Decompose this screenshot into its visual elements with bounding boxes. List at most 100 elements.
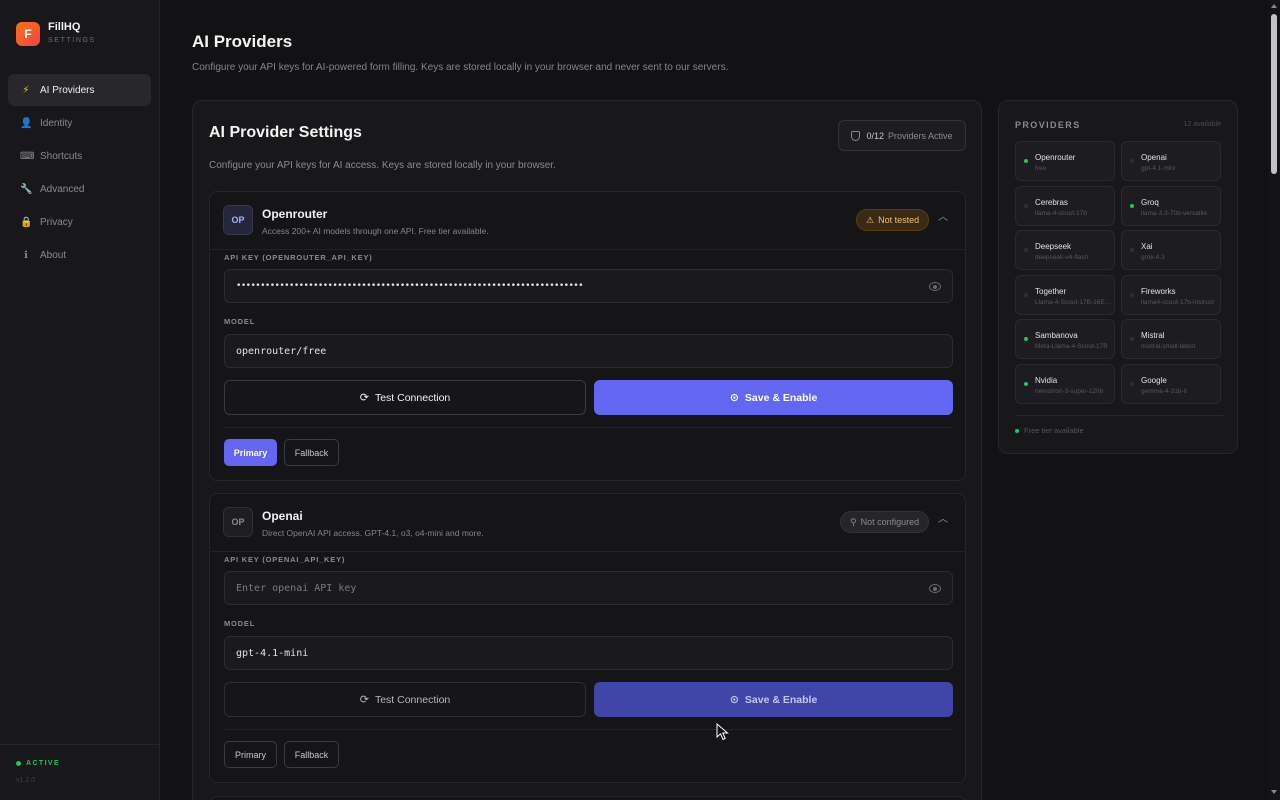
provider-description: Direct OpenAI API access. GPT-4.1, o3, o… xyxy=(262,528,484,538)
model-value: gpt-4.1-mini xyxy=(236,647,309,659)
refresh-icon: ⟳ xyxy=(359,392,369,404)
provider-tile-cerebras[interactable]: Cerebras llama-4-scout-17b xyxy=(1015,186,1115,226)
mouse-cursor-icon xyxy=(716,723,729,741)
tile-name: Sambanova xyxy=(1035,331,1078,340)
api-key-label: API KEY (OPENAI_API_KEY) xyxy=(224,555,346,564)
divider xyxy=(224,427,953,428)
provider-tile-xai[interactable]: Xai grok-4.3 xyxy=(1121,230,1221,270)
free-dot-icon xyxy=(1130,204,1134,208)
divider xyxy=(1015,415,1223,416)
provider-tile-nvidia[interactable]: Nvidia nemotron-3-super-120b xyxy=(1015,364,1115,404)
dot-icon xyxy=(1130,337,1134,341)
sidebar-item-label: Advanced xyxy=(40,183,85,195)
warning-icon: ⚠ xyxy=(866,214,875,225)
sidebar: F FillHQ SETTINGS ⚡ AI Providers 👤 Ident… xyxy=(0,0,160,800)
provider-description: Access 200+ AI models through one API. F… xyxy=(262,226,489,236)
fallback-button[interactable]: Fallback xyxy=(284,439,339,466)
tile-name: Nvidia xyxy=(1035,376,1058,385)
sidebar-item-advanced[interactable]: 🔧 Advanced xyxy=(8,173,151,205)
scroll-up-icon[interactable] xyxy=(1271,4,1277,8)
scroll-down-icon[interactable] xyxy=(1271,790,1277,794)
dot-icon xyxy=(1130,382,1134,386)
tile-model: Llama-4-Scout-17B-16E-Instruct xyxy=(1035,299,1113,306)
tile-model: gpt-4.1-mini xyxy=(1141,165,1176,172)
provider-tile-fireworks[interactable]: Fireworks llama4-scout-17b-instruct xyxy=(1121,275,1221,315)
active-count: 0/12 xyxy=(866,130,884,141)
provider-tile-mistral[interactable]: Mistral mistral-small-latest xyxy=(1121,319,1221,359)
save-enable-button[interactable]: ⊙ Save & Enable xyxy=(594,682,953,717)
sidebar-nav: ⚡ AI Providers 👤 Identity ⌨ Shortcuts 🔧 … xyxy=(8,74,151,272)
tile-model: llama4-scout-17b-instruct xyxy=(1141,299,1214,306)
status-badge-label: Not configured xyxy=(860,517,920,527)
provider-card-header[interactable]: OP Openrouter Access 200+ AI models thro… xyxy=(210,192,965,250)
api-key-input[interactable]: Enter openai API key xyxy=(224,571,953,605)
chevron-up-icon[interactable]: ︿ xyxy=(937,514,949,526)
refresh-icon: ⟳ xyxy=(359,694,369,706)
status-label: ACTIVE xyxy=(26,760,61,767)
tile-name: Fireworks xyxy=(1141,287,1176,296)
api-key-input[interactable]: ••••••••••••••••••••••••••••••••••••••••… xyxy=(224,269,953,303)
wrench-icon: 🔧 xyxy=(20,183,33,195)
tile-name: Xai xyxy=(1141,242,1153,251)
sidebar-item-ai-providers[interactable]: ⚡ AI Providers xyxy=(8,74,151,106)
model-label: MODEL xyxy=(224,317,256,326)
sidebar-item-shortcuts[interactable]: ⌨ Shortcuts xyxy=(8,140,151,172)
provider-tile-openai[interactable]: Openai gpt-4.1-mini xyxy=(1121,141,1221,181)
page-title: AI Providers xyxy=(192,32,293,51)
plug-icon: ⚲ xyxy=(850,516,857,527)
sidebar-item-about[interactable]: ℹ About xyxy=(8,239,151,271)
test-connection-button[interactable]: ⟳ Test Connection xyxy=(224,380,586,415)
page-scrollbar[interactable] xyxy=(1268,0,1280,800)
provider-tile-google[interactable]: Google gemma-4-31b-it xyxy=(1121,364,1221,404)
tile-name: Cerebras xyxy=(1035,198,1068,207)
sidebar-item-label: About xyxy=(40,249,67,261)
primary-button[interactable]: Primary xyxy=(224,741,277,768)
model-input[interactable]: openrouter/free xyxy=(224,334,953,368)
brand-subtitle: SETTINGS xyxy=(48,37,96,44)
test-connection-label: Test Connection xyxy=(374,391,451,404)
primary-button[interactable]: Primary xyxy=(224,439,277,466)
save-enable-button[interactable]: ⊙ Save & Enable xyxy=(594,380,953,415)
chevron-up-icon[interactable]: ︿ xyxy=(937,212,949,224)
dot-icon xyxy=(1130,248,1134,252)
tile-name: Deepseek xyxy=(1035,242,1072,251)
provider-tile-groq[interactable]: Groq llama-3.3-70b-versatile xyxy=(1121,186,1221,226)
settings-description: Configure your API keys for AI access. K… xyxy=(209,160,556,171)
dot-icon xyxy=(1130,159,1134,163)
provider-tile-deepseek[interactable]: Deepseek deepseek-v4-flash xyxy=(1015,230,1115,270)
providers-panel: PROVIDERS 12 available Openrouter free Op… xyxy=(998,100,1238,454)
sidebar-item-privacy[interactable]: 🔒 Privacy xyxy=(8,206,151,238)
sidebar-item-identity[interactable]: 👤 Identity xyxy=(8,107,151,139)
dot-icon xyxy=(1024,248,1028,252)
provider-tile-sambanova[interactable]: Sambanova Meta-Llama-4-Scout-17B xyxy=(1015,319,1115,359)
active-label: Providers Active xyxy=(888,130,953,141)
dot-icon xyxy=(1024,204,1028,208)
provider-settings-card: AI Provider Settings Configure your API … xyxy=(192,100,982,800)
providers-panel-title: PROVIDERS xyxy=(1015,120,1081,130)
dot-icon xyxy=(1024,293,1028,297)
sidebar-item-label: AI Providers xyxy=(40,84,95,96)
free-tier-legend: Free tier available xyxy=(1015,426,1084,435)
check-circle-icon: ⊙ xyxy=(729,392,739,404)
provider-name: Openrouter xyxy=(262,207,328,221)
brand-logo: F xyxy=(16,21,40,46)
tile-model: llama-3.3-70b-versatile xyxy=(1141,210,1208,217)
provider-card-header[interactable]: OP Openai Direct OpenAI API access. GPT-… xyxy=(210,494,965,552)
scroll-thumb[interactable] xyxy=(1271,14,1277,174)
eye-icon[interactable] xyxy=(929,584,941,593)
fallback-button[interactable]: Fallback xyxy=(284,741,339,768)
model-input[interactable]: gpt-4.1-mini xyxy=(224,636,953,670)
keyboard-icon: ⌨ xyxy=(20,150,35,162)
lightning-icon: ⚡ xyxy=(22,84,30,96)
page-description: Configure your API keys for AI-powered f… xyxy=(192,62,729,73)
provider-tile-openrouter[interactable]: Openrouter free xyxy=(1015,141,1115,181)
check-circle-icon: ⊙ xyxy=(729,694,739,706)
free-dot-icon xyxy=(1024,382,1028,386)
eye-icon[interactable] xyxy=(929,282,941,291)
tile-name: Openai xyxy=(1141,153,1167,162)
tile-model: Meta-Llama-4-Scout-17B xyxy=(1035,343,1108,350)
provider-card-openrouter: OP Openrouter Access 200+ AI models thro… xyxy=(209,191,966,481)
status-badge: ⚠ Not tested xyxy=(856,209,930,231)
provider-tile-together[interactable]: Together Llama-4-Scout-17B-16E-Instruct xyxy=(1015,275,1115,315)
test-connection-button[interactable]: ⟳ Test Connection xyxy=(224,682,586,717)
